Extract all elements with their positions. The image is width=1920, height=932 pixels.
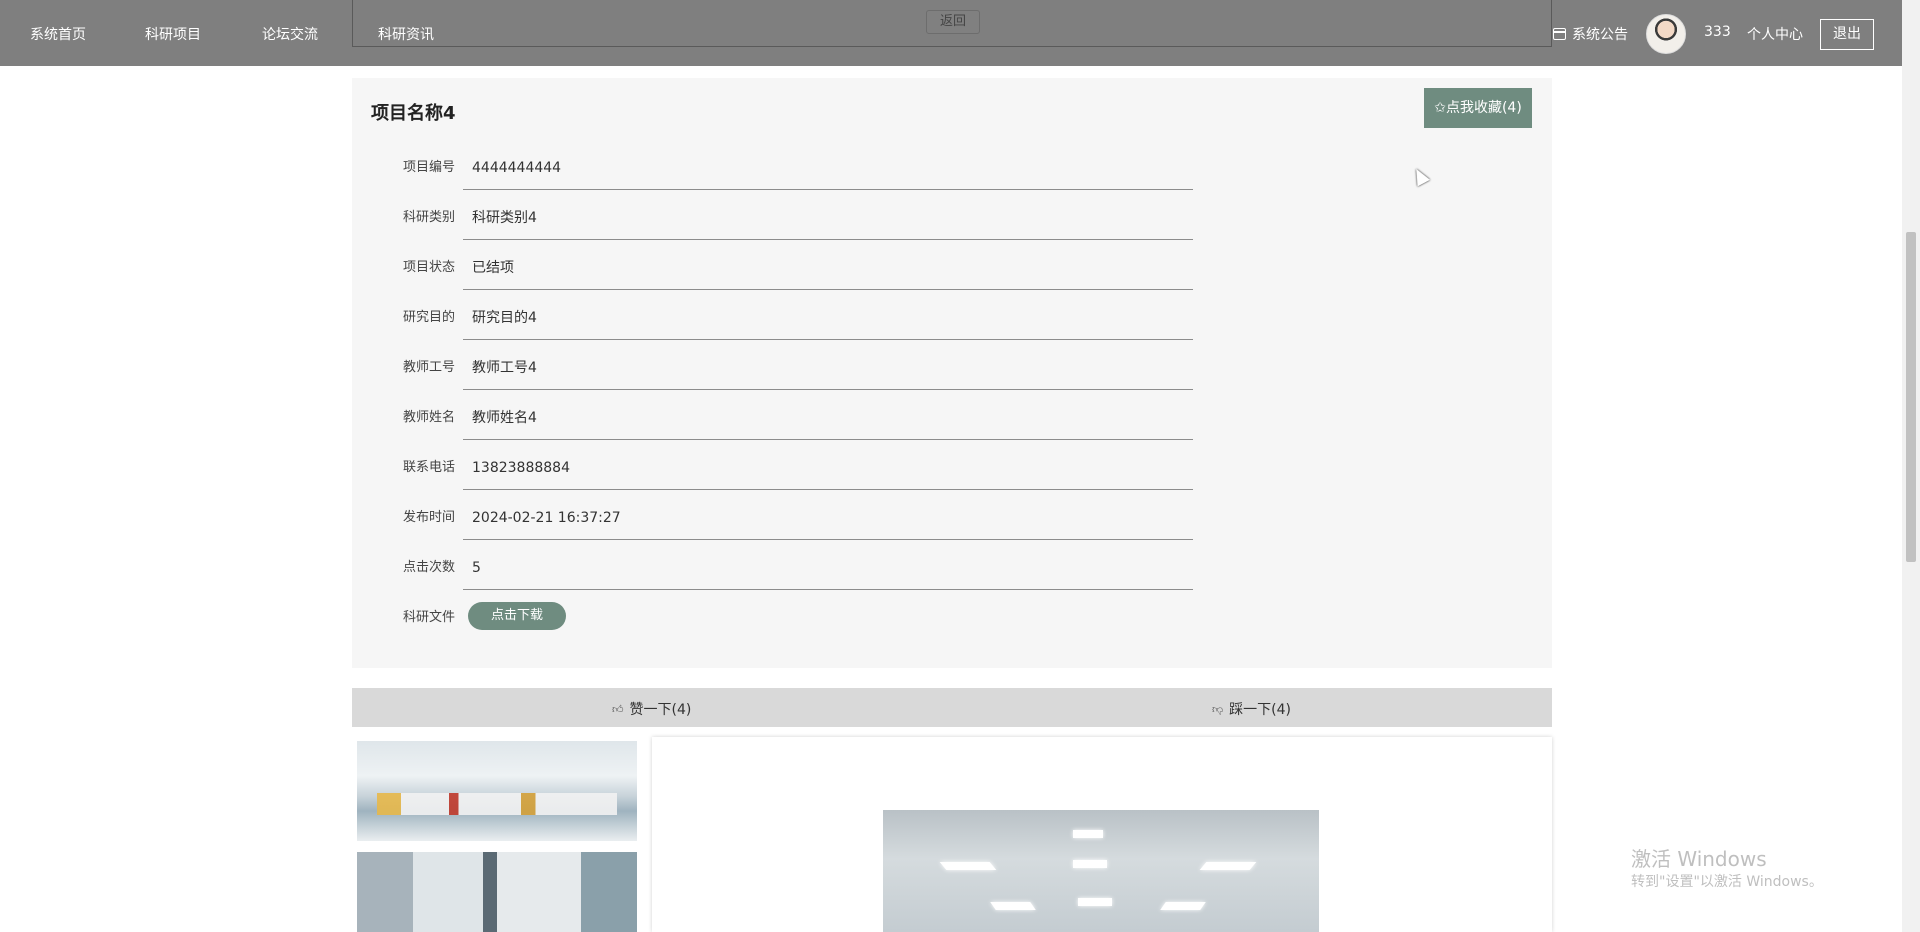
username: 333	[1704, 24, 1731, 40]
ceiling-light	[1199, 862, 1257, 870]
project-detail-card: 项目名称4 ✩点我收藏(4) 项目编号 4444444444 科研类别 科研类别…	[352, 78, 1552, 668]
field-row: 联系电话 13823888884	[352, 458, 1193, 508]
field-value: 4444444444	[472, 160, 562, 176]
dislike-button[interactable]: 👎︎ 踩一下(4)	[1212, 699, 1291, 719]
field-value: 5	[472, 560, 481, 576]
field-divider	[463, 439, 1193, 440]
file-label: 科研文件	[402, 610, 455, 625]
ceiling-light	[1073, 860, 1107, 868]
project-title: 项目名称4	[371, 103, 456, 124]
field-value: 2024-02-21 16:37:27	[472, 510, 621, 526]
field-row: 科研类别 科研类别4	[352, 208, 1193, 258]
ceiling-light	[1160, 902, 1206, 910]
field-row: 项目状态 已结项	[352, 258, 1193, 308]
field-row: 点击次数 5	[352, 558, 1193, 608]
nav-item-home[interactable]: 系统首页	[30, 24, 86, 44]
field-value: 已结项	[472, 260, 514, 276]
like-label: 赞一下(4)	[629, 702, 692, 718]
gallery-thumbnail[interactable]	[357, 852, 637, 932]
back-button[interactable]: 返回	[926, 10, 980, 34]
field-label: 教师工号	[402, 360, 455, 375]
field-label: 联系电话	[402, 460, 455, 475]
field-label: 科研类别	[402, 210, 455, 225]
field-divider	[463, 589, 1193, 590]
field-divider	[463, 189, 1193, 190]
nav-item-research-news[interactable]: 科研资讯	[378, 24, 434, 44]
field-label: 项目编号	[402, 160, 455, 175]
field-value: 教师工号4	[472, 360, 537, 376]
thumbs-up-icon: 👍︎	[612, 702, 624, 716]
field-value: 科研类别4	[472, 210, 537, 226]
field-row: 研究目的 研究目的4	[352, 308, 1193, 358]
calendar-icon	[1553, 28, 1566, 40]
gallery-thumbnail[interactable]	[357, 741, 637, 841]
main-image	[883, 810, 1319, 932]
field-divider	[463, 339, 1193, 340]
like-button[interactable]: 👍︎ 赞一下(4)	[612, 699, 691, 719]
field-label: 研究目的	[402, 310, 455, 325]
nav-item-research-projects[interactable]: 科研项目	[145, 24, 201, 44]
logout-button[interactable]: 退出	[1820, 19, 1874, 50]
ceiling-light	[939, 862, 997, 870]
download-button[interactable]: 点击下载	[468, 602, 566, 630]
vote-bar: 👍︎ 赞一下(4) 👎︎ 踩一下(4)	[352, 688, 1552, 727]
system-notice-link[interactable]: 系统公告	[1553, 24, 1628, 44]
field-label: 项目状态	[402, 260, 455, 275]
field-value: 13823888884	[472, 460, 570, 476]
system-notice-label: 系统公告	[1572, 27, 1628, 43]
personal-center-link[interactable]: 个人中心	[1747, 24, 1803, 44]
field-label: 发布时间	[402, 510, 455, 525]
ceiling-light	[990, 902, 1036, 910]
field-row: 教师工号 教师工号4	[352, 358, 1193, 408]
field-divider	[463, 539, 1193, 540]
field-divider	[463, 389, 1193, 390]
field-label: 点击次数	[402, 560, 455, 575]
field-row: 项目编号 4444444444	[352, 158, 1193, 208]
ceiling-light	[1078, 898, 1112, 906]
file-row: 科研文件 点击下载	[352, 602, 1192, 658]
field-row: 教师姓名 教师姓名4	[352, 408, 1193, 458]
field-row: 发布时间 2024-02-21 16:37:27	[352, 508, 1193, 558]
nav-item-forum[interactable]: 论坛交流	[262, 24, 318, 44]
field-label: 教师姓名	[402, 410, 455, 425]
field-divider	[463, 489, 1193, 490]
favorite-button[interactable]: ✩点我收藏(4)	[1424, 88, 1532, 128]
field-value: 教师姓名4	[472, 410, 537, 426]
ceiling-light	[1073, 830, 1103, 838]
activation-watermark-title: 激活 Windows	[1631, 847, 1767, 871]
top-navbar: 系统首页 科研项目 论坛交流 科研资讯 返回 系统公告 333 个人中心 退出	[0, 0, 1902, 66]
dislike-label: 踩一下(4)	[1229, 702, 1292, 718]
thumbs-down-icon: 👎︎	[1212, 702, 1224, 716]
field-divider	[463, 239, 1193, 240]
field-value: 研究目的4	[472, 310, 537, 326]
avatar[interactable]	[1646, 14, 1686, 54]
page-scrollbar-thumb[interactable]	[1906, 232, 1916, 562]
activation-watermark-subtitle: 转到"设置"以激活 Windows。	[1631, 874, 1823, 890]
field-divider	[463, 289, 1193, 290]
